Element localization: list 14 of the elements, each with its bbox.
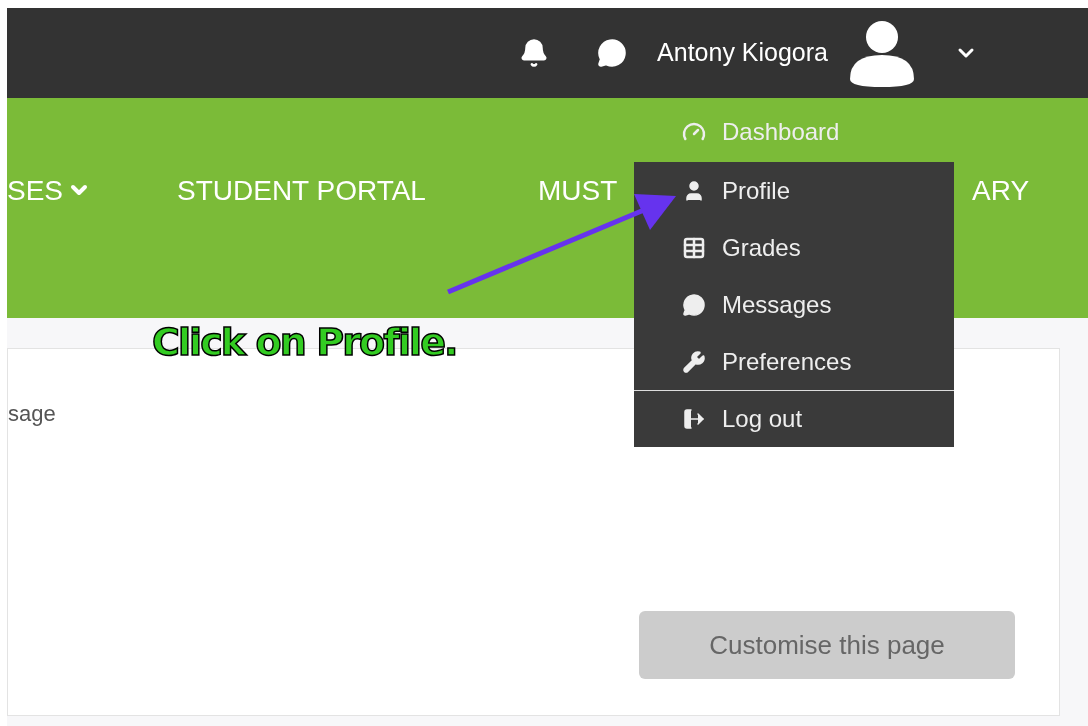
menu-item[interactable]: Log out (634, 390, 954, 447)
menu-item[interactable]: Preferences (634, 333, 954, 390)
user-name[interactable]: Antony Kiogora (657, 34, 828, 72)
menu-item[interactable]: Messages (634, 276, 954, 333)
menu-item[interactable]: Grades (634, 219, 954, 276)
table-icon (682, 235, 706, 260)
chat-icon[interactable] (597, 38, 628, 68)
wrench-icon (682, 349, 706, 374)
customise-page-button[interactable]: Customise this page (639, 611, 1015, 679)
logout-icon (682, 407, 706, 431)
card-text: sage (8, 400, 56, 428)
speech-bubble-icon (682, 292, 706, 317)
annotation-text: Click on Profile. (152, 319, 457, 366)
menu-item[interactable]: Profile (634, 162, 954, 219)
